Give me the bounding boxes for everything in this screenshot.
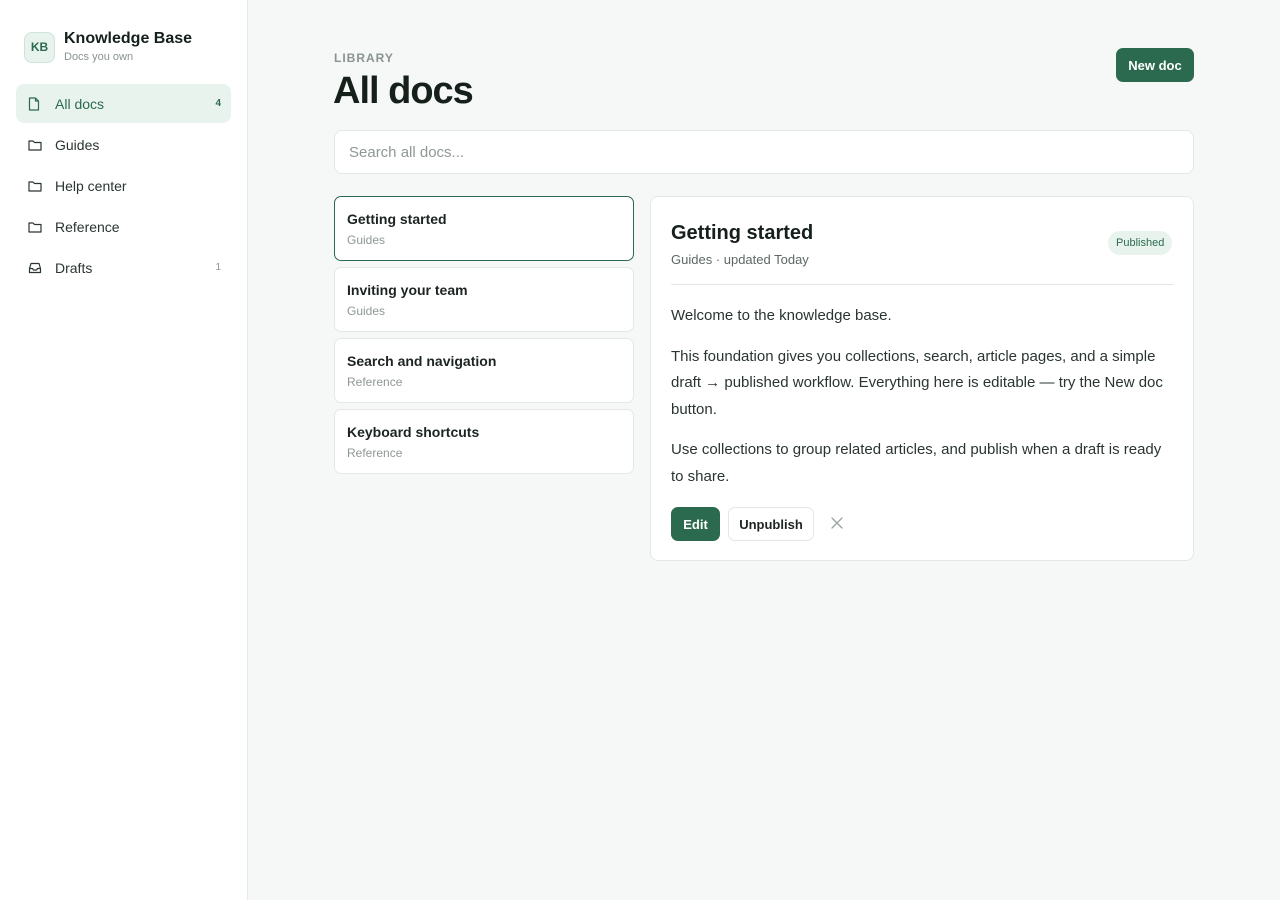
doc-list-item[interactable]: Search and navigation Reference <box>334 338 634 403</box>
close-button[interactable] <box>828 515 846 533</box>
brand-subtitle: Docs you own <box>64 51 134 63</box>
sidebar-item-count: 4 <box>215 98 221 109</box>
brand-title: Knowledge Base <box>64 30 193 47</box>
doc-collection: Reference <box>347 446 403 460</box>
sidebar-item-label: All docs <box>55 95 105 112</box>
doc-collection: Guides <box>347 304 386 318</box>
status-badge: Published <box>1108 231 1173 255</box>
article-title: Getting started <box>671 222 814 244</box>
sidebar-item-guides[interactable]: Guides <box>16 125 231 164</box>
doc-list-item[interactable]: Inviting your team Guides <box>334 267 634 332</box>
article-paragraph: Use collections to group related article… <box>671 441 1162 485</box>
file-icon <box>28 96 42 111</box>
sidebar-item-label: Drafts <box>55 259 93 276</box>
section-eyebrow: LIBRARY <box>334 51 394 65</box>
edit-button[interactable]: Edit <box>671 507 720 541</box>
doc-collection: Guides <box>347 233 386 247</box>
doc-title: Keyboard shortcuts <box>347 424 480 440</box>
doc-list-item[interactable]: Keyboard shortcuts Reference <box>334 409 634 474</box>
doc-title: Search and navigation <box>347 353 497 369</box>
sidebar-item-reference[interactable]: Reference <box>16 207 231 246</box>
sidebar-item-label: Reference <box>55 218 120 235</box>
brand-logo: KB <box>24 31 55 63</box>
sidebar-item-drafts[interactable]: Drafts 1 <box>16 248 231 287</box>
article-paragraph: Welcome to the knowledge base. <box>671 307 892 324</box>
search-input[interactable] <box>334 130 1194 174</box>
article-meta: Guides · updated Today <box>671 252 809 267</box>
folder-icon <box>28 220 42 234</box>
folder-icon <box>28 179 42 193</box>
folder-icon <box>28 138 42 152</box>
sidebar-item-all-docs[interactable]: All docs 4 <box>16 84 231 123</box>
doc-title: Inviting your team <box>347 282 468 298</box>
close-icon <box>831 516 843 532</box>
new-doc-button[interactable]: New doc <box>1116 48 1194 82</box>
sidebar: KB Knowledge Base Docs you own All docs … <box>0 0 248 900</box>
sidebar-item-label: Help center <box>55 177 127 194</box>
page-title: All docs <box>333 70 474 112</box>
brand: KB Knowledge Base Docs you own <box>24 30 192 64</box>
doc-list-item[interactable]: Getting started Guides <box>334 196 634 261</box>
doc-title: Getting started <box>347 211 447 227</box>
sidebar-item-label: Guides <box>55 136 100 153</box>
sidebar-item-count: 1 <box>215 262 221 273</box>
divider <box>671 284 1174 285</box>
inbox-icon <box>28 261 42 275</box>
unpublish-button[interactable]: Unpublish <box>728 507 814 541</box>
article-body: Welcome to the knowledge base. This foun… <box>671 303 1171 504</box>
sidebar-nav: All docs 4 Guides Help center Reference <box>16 84 231 289</box>
sidebar-item-help-center[interactable]: Help center <box>16 166 231 205</box>
article-panel: Getting started Guides · updated Today P… <box>650 196 1194 561</box>
article-paragraph: This foundation gives you collections, s… <box>671 347 1163 418</box>
doc-collection: Reference <box>347 375 403 389</box>
doc-list: Getting started Guides Inviting your tea… <box>334 196 634 480</box>
article-actions: Edit Unpublish <box>671 507 846 541</box>
